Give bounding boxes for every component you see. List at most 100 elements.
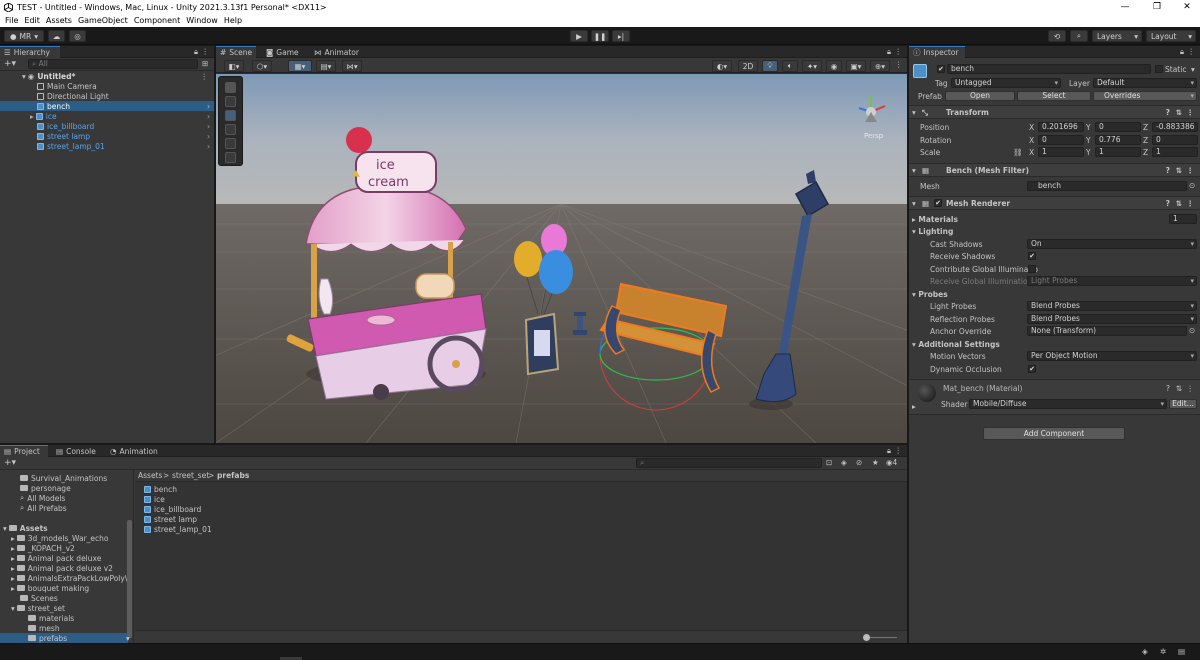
shader-dropdown[interactable]: Mobile/Diffuse [969,399,1167,409]
hierarchy-item[interactable]: ▸ ice › [0,111,214,121]
lock-icon[interactable]: 🔒︎ [1180,47,1184,57]
rect-tool-icon[interactable] [225,138,236,149]
more-icon[interactable]: ⋮ [201,72,209,81]
preset-icon[interactable]: ⇅ [1176,166,1182,175]
layout-dropdown[interactable]: Layout ▾ [1146,30,1196,42]
shader-edit-button[interactable]: Edit... [1169,399,1197,409]
pivot-button[interactable]: ⬡▾ [252,60,272,72]
chevron-right-icon[interactable]: › [207,142,210,151]
scale-tool-icon[interactable] [225,124,236,135]
project-search-input[interactable]: ⌕ [636,458,822,468]
more-icon[interactable]: ⋮ [895,446,903,455]
cast-shadows-dropdown[interactable]: On [1027,239,1197,249]
tree-item-selected[interactable]: prefabs [0,633,128,643]
menu-edit[interactable]: Edit [24,16,40,25]
mesh-filter-header[interactable]: ▾ ▦ Bench (Mesh Filter) ? ⇅ ⋮ [909,163,1200,177]
preset-icon[interactable]: ⇅ [1176,108,1182,117]
object-name-field[interactable]: bench [947,64,1151,74]
hierarchy-item[interactable]: Directional Light [0,91,214,101]
hand-tool-icon[interactable] [225,82,236,93]
search-by-type-icon[interactable]: ⊡ [826,458,832,467]
lighting-toggle[interactable]: 💡︎ [762,60,778,72]
filter-icon[interactable]: ⊞ [202,59,208,68]
tree-item[interactable]: ▸ AnimalsExtraPackLowPoly\ [11,573,127,583]
chevron-right-icon[interactable]: › [207,132,210,141]
breadcrumb-street-set[interactable]: street_set [172,471,209,480]
effects-toggle[interactable]: ✦▾ [802,60,822,72]
tree-item[interactable]: ▸ Animal pack deluxe v2 [11,563,113,573]
tab-project[interactable]: ▤ Project [0,445,48,457]
auto-generate-lighting-icon[interactable]: ▤ [1178,647,1185,656]
close-button[interactable]: ✕ [1172,0,1200,14]
more-icon[interactable]: ⋮ [202,47,210,56]
light-probes-dropdown[interactable]: Blend Probes [1027,301,1197,311]
position-x-field[interactable]: 0.201696 [1038,122,1084,132]
anchor-override-field[interactable]: None (Transform) [1027,326,1187,336]
file-item[interactable]: ice_billboard [144,504,201,514]
chevron-right-icon[interactable]: › [207,112,210,121]
prefab-select-button[interactable]: Select [1017,91,1091,101]
tab-hierarchy[interactable]: ☰ Hierarchy [0,46,60,58]
chevron-right-icon[interactable]: › [207,122,210,131]
hierarchy-item[interactable]: Main Camera [0,81,214,91]
tree-item[interactable]: ⌕ All Prefabs [20,503,67,513]
additional-settings-foldout[interactable]: ▾ Additional Settings [912,340,1000,349]
tree-item[interactable]: Scenes [20,593,58,603]
pause-button[interactable]: ❚❚ [591,30,609,42]
help-icon[interactable]: ? [1166,384,1170,393]
motion-vectors-dropdown[interactable]: Per Object Motion [1027,351,1197,361]
scroll-down-icon[interactable]: ▾ [126,634,130,643]
tree-item[interactable]: ▸ _KOPACH_v2 [11,543,75,553]
transform-tool-icon[interactable] [225,152,236,163]
breadcrumb-prefabs[interactable]: prefabs [217,471,249,480]
tab-game[interactable]: ◙ Game [262,46,302,58]
hierarchy-item[interactable]: street lamp › [0,131,214,141]
mesh-renderer-enabled-checkbox[interactable]: ✔ [934,199,942,207]
tab-animation[interactable]: ◔ Animation [106,445,166,457]
gizmo-persp-label[interactable]: Persp [864,132,884,140]
draw-mode-button[interactable]: ◧▾ [224,60,244,72]
more-icon[interactable]: ⋮ [1187,384,1195,393]
hierarchy-item[interactable]: ice_billboard › [0,121,214,131]
help-icon[interactable]: ? [1166,108,1170,117]
menu-file[interactable]: File [5,16,18,25]
menu-help[interactable]: Help [224,16,242,25]
receive-shadows-checkbox[interactable]: ✔ [1028,252,1036,260]
snap-increment-button[interactable]: ▤▾ [316,60,336,72]
reflection-probes-dropdown[interactable]: Blend Probes [1027,314,1197,324]
lighting-foldout[interactable]: ▾ Lighting [912,227,953,236]
chevron-right-icon[interactable]: ▸ [912,402,916,411]
tree-item[interactable]: ▸ 3d_models_War_echo [11,533,109,543]
filter-icon[interactable]: ⊘ [856,458,862,467]
maximize-button[interactable]: ❐ [1142,0,1172,14]
hierarchy-item[interactable]: street_lamp_01 › [0,141,214,151]
scene-row[interactable]: ▾ ◉ Untitled* ⋮ [0,71,214,81]
layers-dropdown[interactable]: Layers ▾ [1092,30,1142,42]
materials-count-field[interactable]: 1 [1169,214,1197,224]
file-item[interactable]: ice [144,494,165,504]
rotation-y-field[interactable]: 0.776 [1095,135,1141,145]
account-dropdown[interactable]: ● MR ▾ [4,30,44,42]
tree-item[interactable]: ▸ Animal pack deluxe [11,553,101,563]
tree-item[interactable]: Survival_Animations [20,473,107,483]
more-icon[interactable]: ⋮ [1188,47,1196,56]
gizmos-button[interactable]: ⊕▾ [870,60,890,72]
position-y-field[interactable]: 0 [1095,122,1141,132]
hierarchy-search-input[interactable]: ⌕ All [28,59,198,69]
cache-server-icon[interactable]: ◈ [1142,647,1148,656]
menu-component[interactable]: Component [134,16,180,25]
menu-gameobject[interactable]: GameObject [78,16,128,25]
tree-item[interactable]: ▸ bouquet making [11,583,89,593]
tab-animator[interactable]: ⋈ Animator [310,46,366,58]
add-component-button[interactable]: Add Component [983,427,1125,440]
object-picker-icon[interactable]: ⊙ [1189,326,1195,335]
preset-icon[interactable]: ⇅ [1176,199,1182,208]
menu-window[interactable]: Window [186,16,218,25]
more-icon[interactable]: ⋮ [895,47,903,56]
active-checkbox[interactable]: ✔ [937,65,945,73]
scale-x-field[interactable]: 1 [1038,147,1084,157]
hidden-objects-toggle[interactable]: ◉ [826,60,842,72]
minimize-button[interactable]: — [1110,0,1140,14]
tag-dropdown[interactable]: Untagged [951,78,1061,88]
collab-button[interactable]: ◎ [69,30,86,42]
